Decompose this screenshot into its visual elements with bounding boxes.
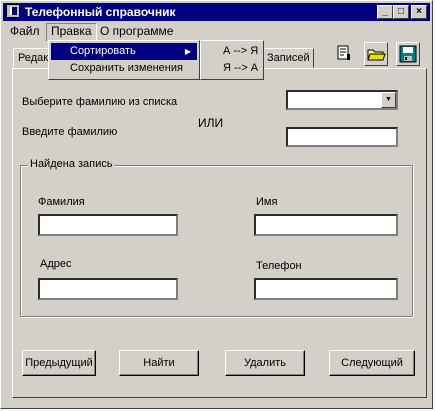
menu-item-save-changes[interactable]: Сохранить изменения (51, 60, 197, 77)
minimize-button[interactable]: _ (377, 5, 393, 19)
lastname-label: Фамилия (38, 196, 85, 208)
open-folder-icon (367, 49, 386, 61)
menu-file[interactable]: Файл (6, 23, 44, 40)
edit-menu-dropdown: Сортировать ▶ Сохранить изменения (48, 40, 200, 80)
firstname-label: Имя (256, 196, 278, 208)
choose-surname-label: Выберите фамилию из списка (22, 96, 178, 108)
previous-button[interactable]: Предыдущий (22, 350, 96, 376)
app-icon[interactable] (6, 4, 20, 18)
menu-item-sort-desc[interactable]: Я --> А (203, 60, 261, 77)
menu-item-sort[interactable]: Сортировать ▶ (51, 43, 197, 60)
tab-edit[interactable]: Редактирование (13, 48, 53, 68)
maximize-button[interactable]: □ (393, 5, 409, 19)
surname-search-input[interactable] (286, 127, 398, 147)
surname-combobox[interactable]: ▼ (286, 90, 398, 110)
found-record-title: Найдена запись (28, 158, 115, 170)
firstname-field[interactable] (254, 214, 398, 236)
title-bar[interactable]: Телефонный справочник _ □ × (3, 3, 430, 21)
sort-submenu: А --> Я Я --> А (200, 40, 264, 80)
window-title: Телефонный справочник (25, 5, 176, 19)
properties-button[interactable] (332, 42, 356, 66)
address-label: Адрес (40, 258, 72, 270)
phone-label: Телефон (256, 260, 302, 272)
delete-button[interactable]: Удалить (225, 350, 305, 376)
close-button[interactable]: × (411, 5, 427, 19)
save-button[interactable] (396, 42, 420, 66)
enter-surname-label: Введите фамилию (22, 126, 118, 138)
phone-field[interactable] (254, 278, 398, 300)
find-button[interactable]: Найти (119, 350, 199, 376)
open-button[interactable] (364, 42, 388, 66)
lastname-field[interactable] (38, 214, 178, 236)
next-button[interactable]: Следующий (329, 350, 415, 376)
address-field[interactable] (38, 278, 178, 300)
submenu-arrow-icon: ▶ (184, 47, 191, 56)
menu-item-sort-label: Сортировать (70, 45, 136, 57)
chevron-down-icon[interactable]: ▼ (381, 92, 396, 108)
tab-records[interactable]: Записей (262, 48, 314, 68)
menu-item-sort-asc[interactable]: А --> Я (203, 43, 261, 60)
properties-icon (337, 45, 350, 60)
or-label: ИЛИ (198, 116, 224, 130)
menu-about[interactable]: О программе (96, 23, 177, 40)
save-disk-icon (399, 45, 417, 63)
